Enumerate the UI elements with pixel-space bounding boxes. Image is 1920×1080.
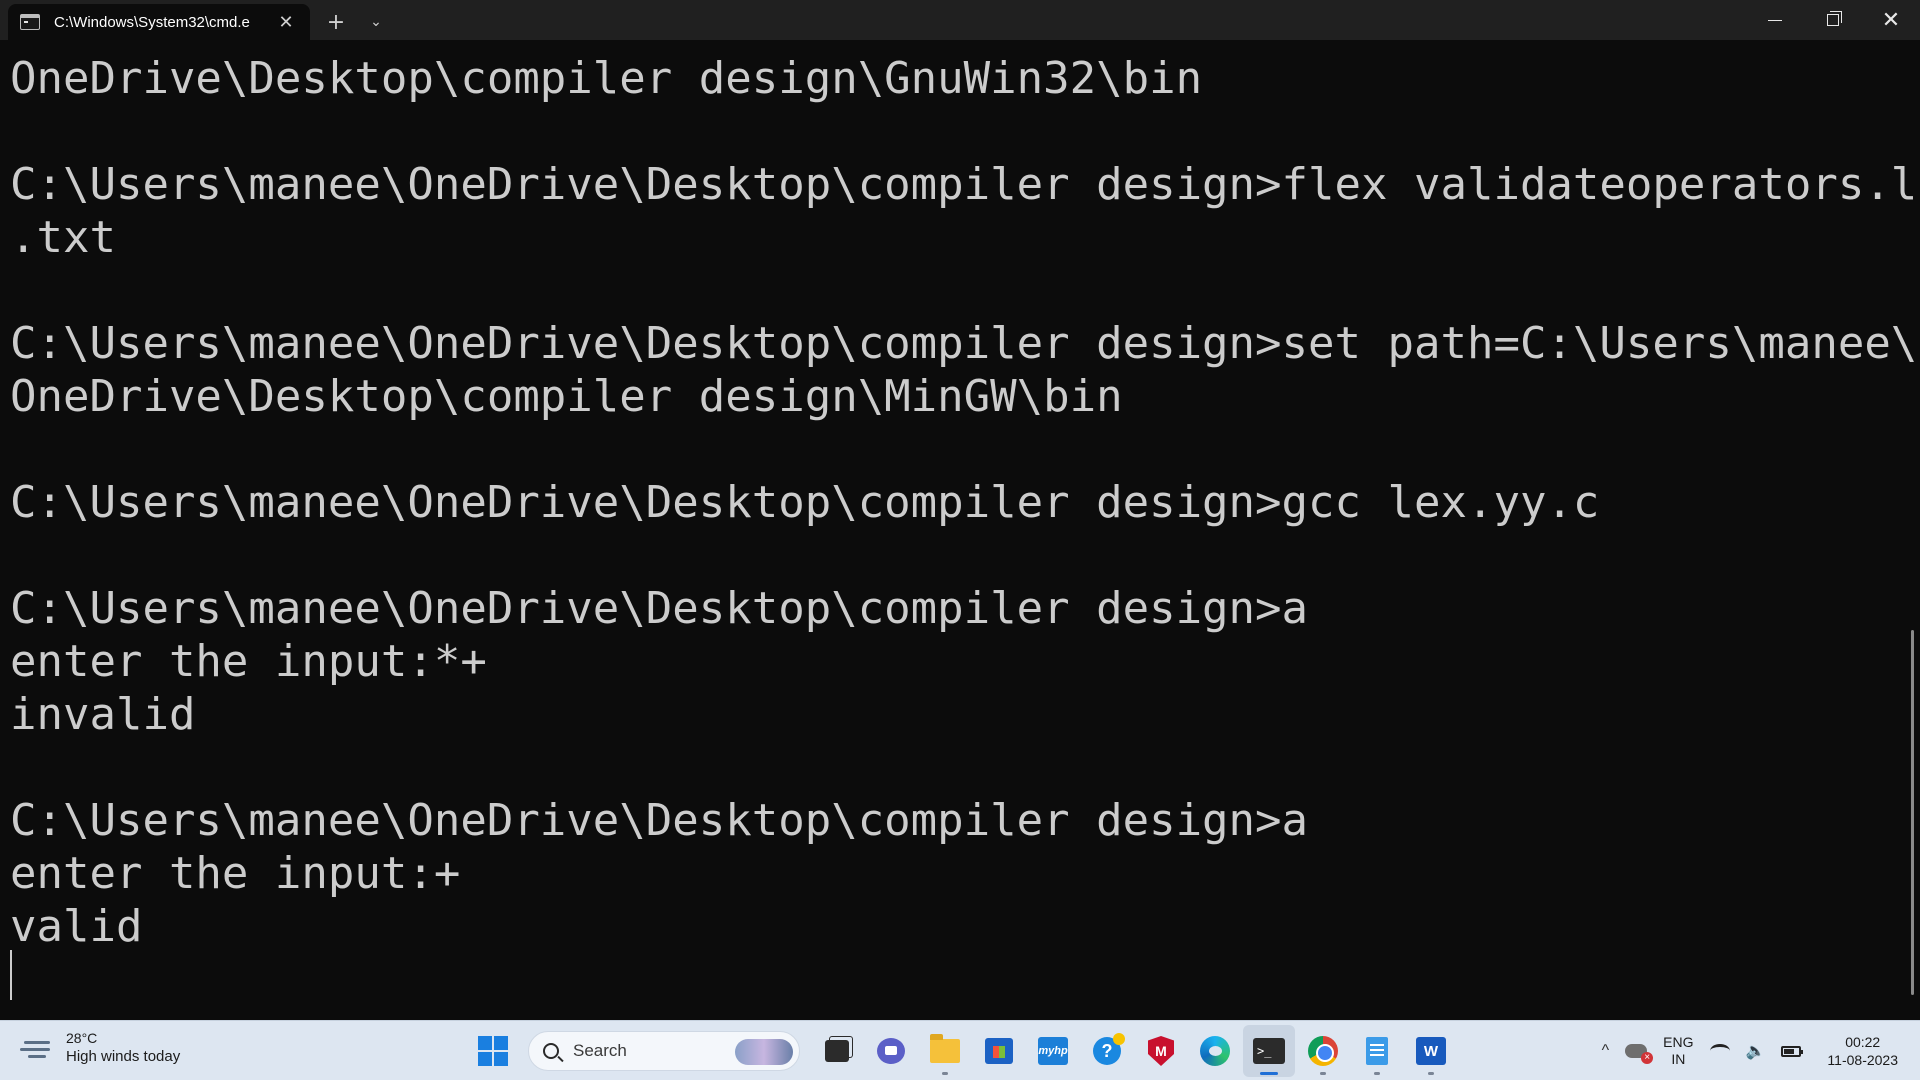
onedrive-offline-icon (1625, 1044, 1654, 1064)
start-button[interactable] (467, 1025, 519, 1077)
myhp-icon: myhp (1038, 1037, 1068, 1065)
terminal-line: C:\Users\manee\OneDrive\Desktop\compiler… (10, 159, 1918, 210)
terminal-line: C:\Users\manee\OneDrive\Desktop\compiler… (10, 318, 1918, 369)
tab-close-icon[interactable]: ✕ (274, 12, 298, 33)
language-indicator[interactable]: ENG IN (1663, 1034, 1693, 1068)
clock-date: 11-08-2023 (1827, 1052, 1898, 1068)
weather-widget[interactable]: 28°C High winds today (20, 1029, 180, 1067)
chrome-button[interactable] (1297, 1025, 1349, 1077)
terminal-line: C:\Users\manee\OneDrive\Desktop\compiler… (10, 477, 1600, 528)
edge-icon (1200, 1036, 1230, 1066)
tab-cmd[interactable]: C:\Windows\System32\cmd.e ✕ (8, 4, 310, 40)
search-highlight-image (735, 1039, 793, 1065)
title-bar: C:\Windows\System32\cmd.e ✕ + ⌄ ✕ (0, 0, 1920, 40)
cmd-icon (20, 14, 40, 30)
microsoft-store-icon (985, 1038, 1013, 1064)
task-view-icon (825, 1040, 849, 1062)
start-icon (478, 1036, 508, 1066)
myhp-button[interactable]: myhp (1027, 1025, 1079, 1077)
system-tray: ^ ENG IN 🔈 00:22 11-08-2023 (1594, 1021, 1920, 1080)
taskbar-apps: Search myhp ? M >_ W (466, 1021, 1458, 1080)
search-box[interactable]: Search (528, 1031, 800, 1071)
file-explorer-icon (930, 1034, 960, 1063)
minimize-icon (1768, 19, 1782, 21)
file-explorer-button[interactable] (919, 1025, 971, 1077)
lang-region: IN (1671, 1051, 1686, 1067)
weather-desc: High winds today (66, 1048, 181, 1065)
terminal-line: enter the input:*+ (10, 636, 487, 687)
terminal-button[interactable]: >_ (1243, 1025, 1295, 1077)
teams-chat-button[interactable] (865, 1025, 917, 1077)
teams-chat-icon (877, 1038, 905, 1064)
wifi-icon (1709, 1044, 1730, 1058)
terminal-line: .txt (10, 212, 116, 263)
microsoft-store-button[interactable] (973, 1025, 1025, 1077)
restore-icon (1827, 11, 1842, 26)
get-help-button[interactable]: ? (1081, 1025, 1133, 1077)
text-cursor (10, 950, 12, 1000)
new-tab-button[interactable]: + (316, 4, 356, 40)
show-hidden-icons-button[interactable]: ^ (1602, 1042, 1610, 1060)
taskbar: 28°C High winds today Search myhp ? M >_… (0, 1020, 1920, 1080)
tab-dropdown-button[interactable]: ⌄ (356, 4, 396, 40)
mcafee-button[interactable]: M (1135, 1025, 1187, 1077)
terminal-line: OneDrive\Desktop\compiler design\GnuWin3… (10, 53, 1203, 104)
window-controls: ✕ (1746, 0, 1920, 40)
battery-button[interactable] (1781, 1045, 1804, 1057)
mcafee-icon: M (1148, 1036, 1174, 1066)
weather-temp: 28°C (66, 1030, 98, 1046)
terminal-line: enter the input:+ (10, 848, 461, 899)
terminal-output[interactable]: OneDrive\Desktop\compiler design\GnuWin3… (0, 40, 1920, 1020)
terminal-line: valid (10, 901, 143, 952)
clock-time: 00:22 (1845, 1034, 1881, 1050)
word-icon: W (1416, 1037, 1446, 1065)
clock[interactable]: 00:22 11-08-2023 (1827, 1033, 1898, 1069)
terminal-line: OneDrive\Desktop\compiler design\MinGW\b… (10, 371, 1123, 422)
chrome-icon (1308, 1036, 1338, 1066)
battery-icon (1781, 1045, 1804, 1057)
terminal-icon: >_ (1253, 1038, 1285, 1064)
tab-title: C:\Windows\System32\cmd.e (54, 13, 250, 31)
notepad-button[interactable] (1351, 1025, 1403, 1077)
terminal-line: C:\Users\manee\OneDrive\Desktop\compiler… (10, 795, 1309, 846)
terminal-line: C:\Users\manee\OneDrive\Desktop\compiler… (10, 583, 1309, 634)
close-button[interactable]: ✕ (1862, 0, 1920, 40)
terminal-lines: OneDrive\Desktop\compiler design\GnuWin3… (10, 52, 1917, 953)
search-label: Search (573, 1041, 627, 1060)
terminal-line: invalid (10, 689, 196, 740)
restore-button[interactable] (1804, 0, 1862, 40)
notepad-icon (1366, 1037, 1388, 1065)
network-button[interactable] (1709, 1044, 1730, 1058)
search-icon (543, 1043, 559, 1059)
task-view-button[interactable] (811, 1025, 863, 1077)
lang-code: ENG (1663, 1034, 1694, 1050)
minimize-button[interactable] (1746, 0, 1804, 40)
edge-button[interactable] (1189, 1025, 1241, 1077)
word-button[interactable]: W (1405, 1025, 1457, 1077)
onedrive-status-button[interactable] (1625, 1044, 1654, 1064)
wind-icon (20, 1035, 56, 1061)
scrollbar[interactable] (1911, 630, 1914, 995)
get-help-icon: ? (1093, 1033, 1125, 1065)
volume-icon[interactable]: 🔈 (1746, 1041, 1766, 1061)
